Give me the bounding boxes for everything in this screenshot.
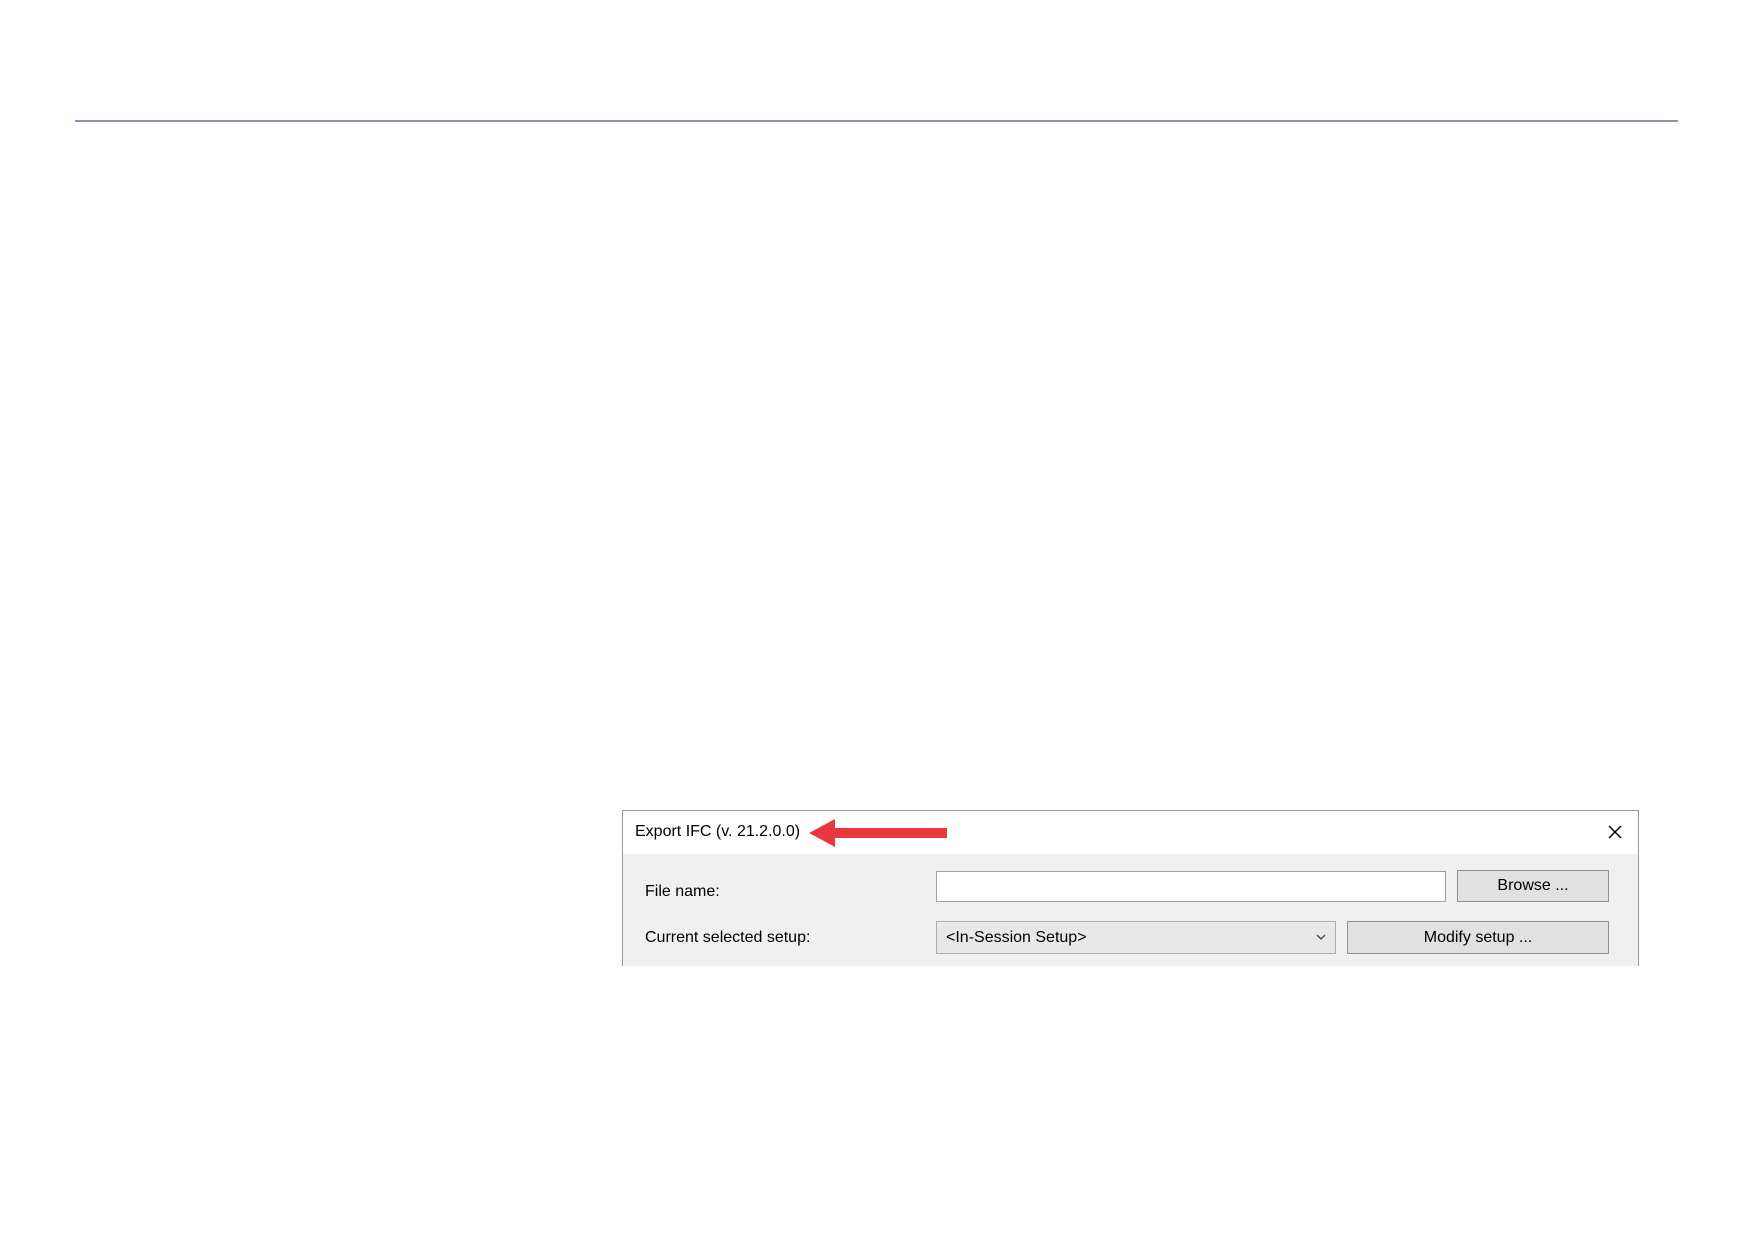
close-icon bbox=[1608, 825, 1622, 839]
dialog-titlebar: Export IFC (v. 21.2.0.0) bbox=[623, 811, 1638, 854]
file-name-label: File name: bbox=[645, 883, 720, 900]
close-button[interactable] bbox=[1602, 819, 1628, 845]
file-name-input[interactable] bbox=[936, 871, 1446, 902]
setup-dropdown[interactable]: <In-Session Setup> bbox=[936, 921, 1336, 954]
dialog-title: Export IFC (v. 21.2.0.0) bbox=[635, 823, 801, 840]
browse-button[interactable]: Browse ... bbox=[1457, 870, 1609, 902]
export-ifc-dialog: Export IFC (v. 21.2.0.0) File name: Brow… bbox=[622, 810, 1639, 966]
header-divider bbox=[75, 120, 1678, 122]
chevron-down-icon bbox=[1316, 934, 1326, 940]
modify-setup-button[interactable]: Modify setup ... bbox=[1347, 921, 1609, 954]
page: Export IFC (v. 21.2.0.0) File name: Brow… bbox=[0, 0, 1752, 1239]
arrow-left-icon bbox=[809, 819, 947, 847]
setup-dropdown-value: <In-Session Setup> bbox=[946, 929, 1087, 946]
current-setup-label: Current selected setup: bbox=[645, 929, 811, 946]
